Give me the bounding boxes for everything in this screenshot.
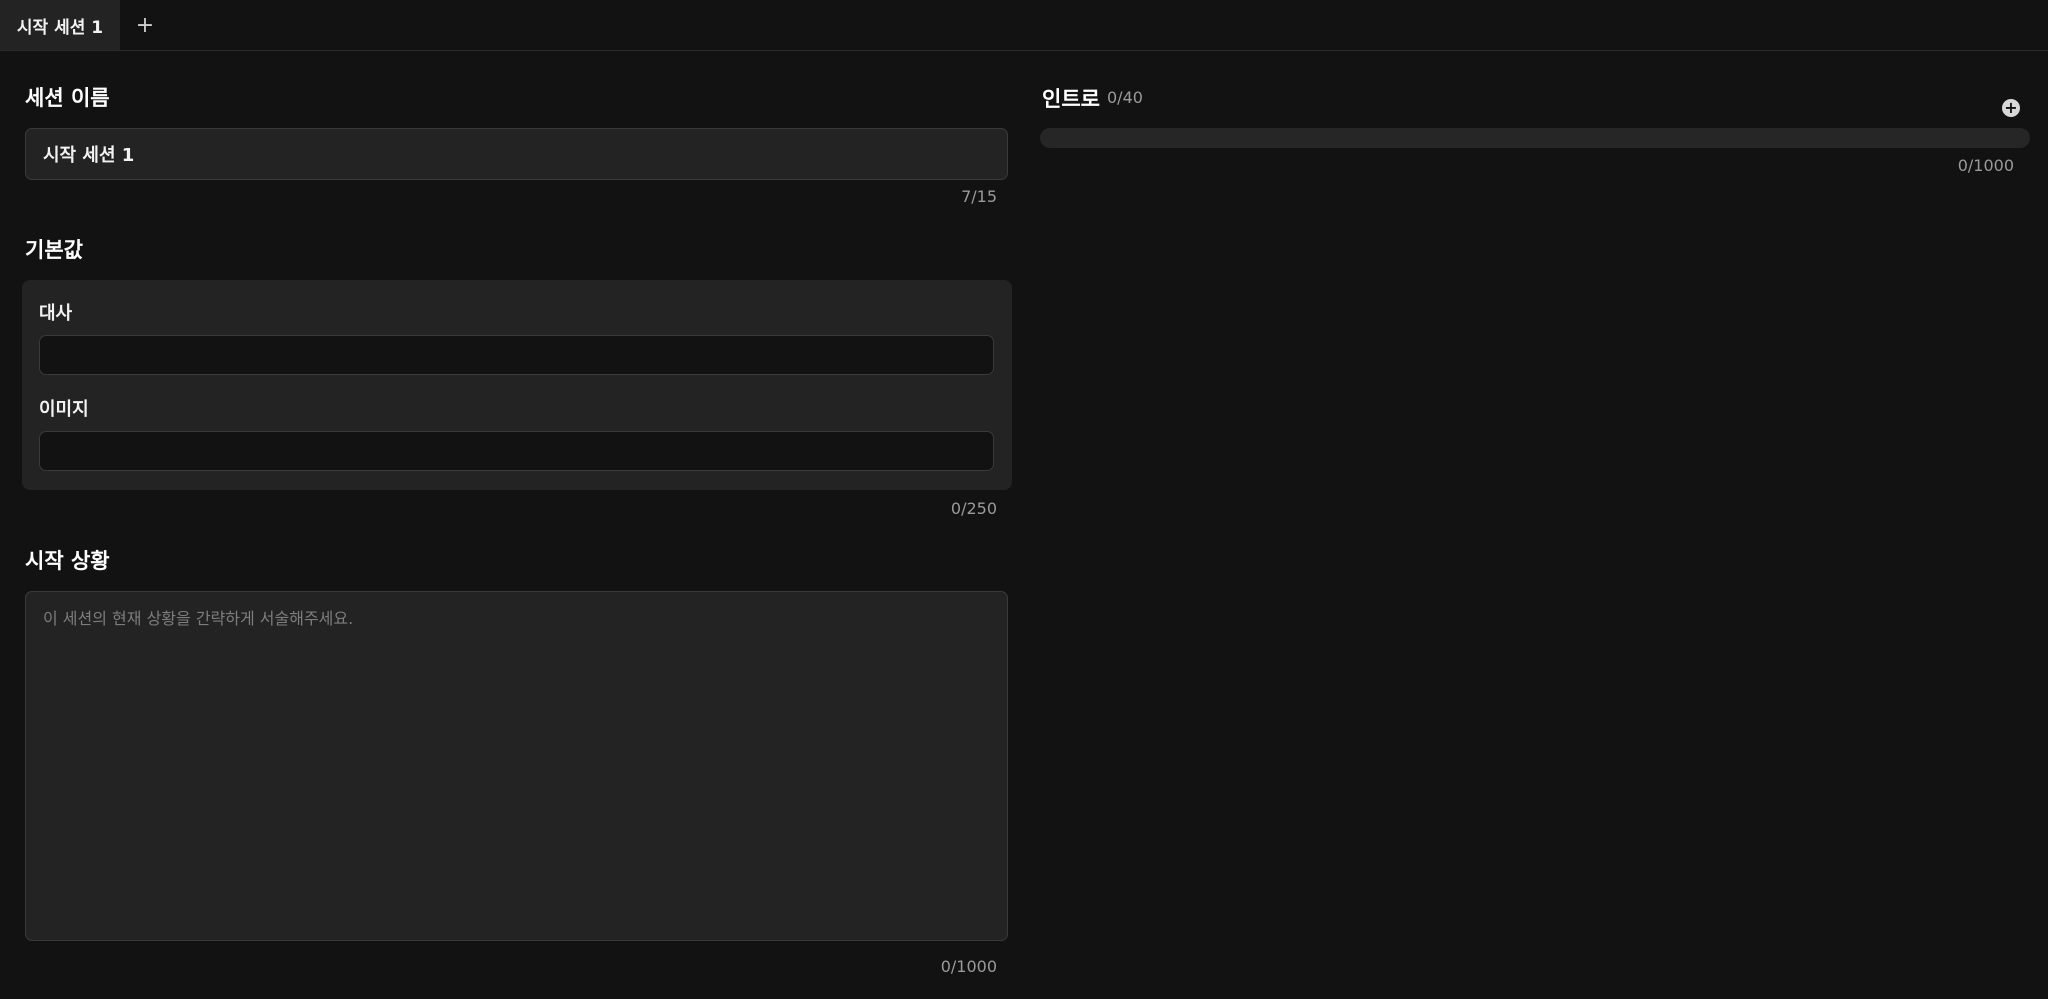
intro-counter: 0/1000 [1957,156,2014,175]
add-tab-button[interactable]: + [130,10,160,40]
intro-input[interactable] [1040,128,2030,148]
start-situation-counter: 0/1000 [940,957,997,976]
session-name-heading: 세션 이름 [25,86,110,110]
defaults-counter: 0/250 [950,499,997,518]
intro-heading: 인트로 [1042,87,1100,111]
start-situation-textarea[interactable] [25,591,1008,941]
image-label: 이미지 [39,399,89,420]
defaults-heading: 기본값 [25,238,83,262]
tab-session-1[interactable]: 시작 세션 1 [0,0,120,50]
session-name-counter: 7/15 [961,187,997,206]
image-input[interactable] [39,431,994,471]
plus-circle-icon[interactable]: + [2002,99,2020,117]
session-name-input[interactable] [25,128,1008,180]
plus-icon: + [135,12,155,38]
tab-label: 시작 세션 1 [16,17,104,38]
dialogue-input[interactable] [39,335,994,375]
intro-count: 0/40 [1107,88,1143,107]
start-situation-heading: 시작 상황 [25,549,110,573]
dialogue-label: 대사 [39,303,73,324]
tab-bar: 시작 세션 1 + [0,0,2048,51]
